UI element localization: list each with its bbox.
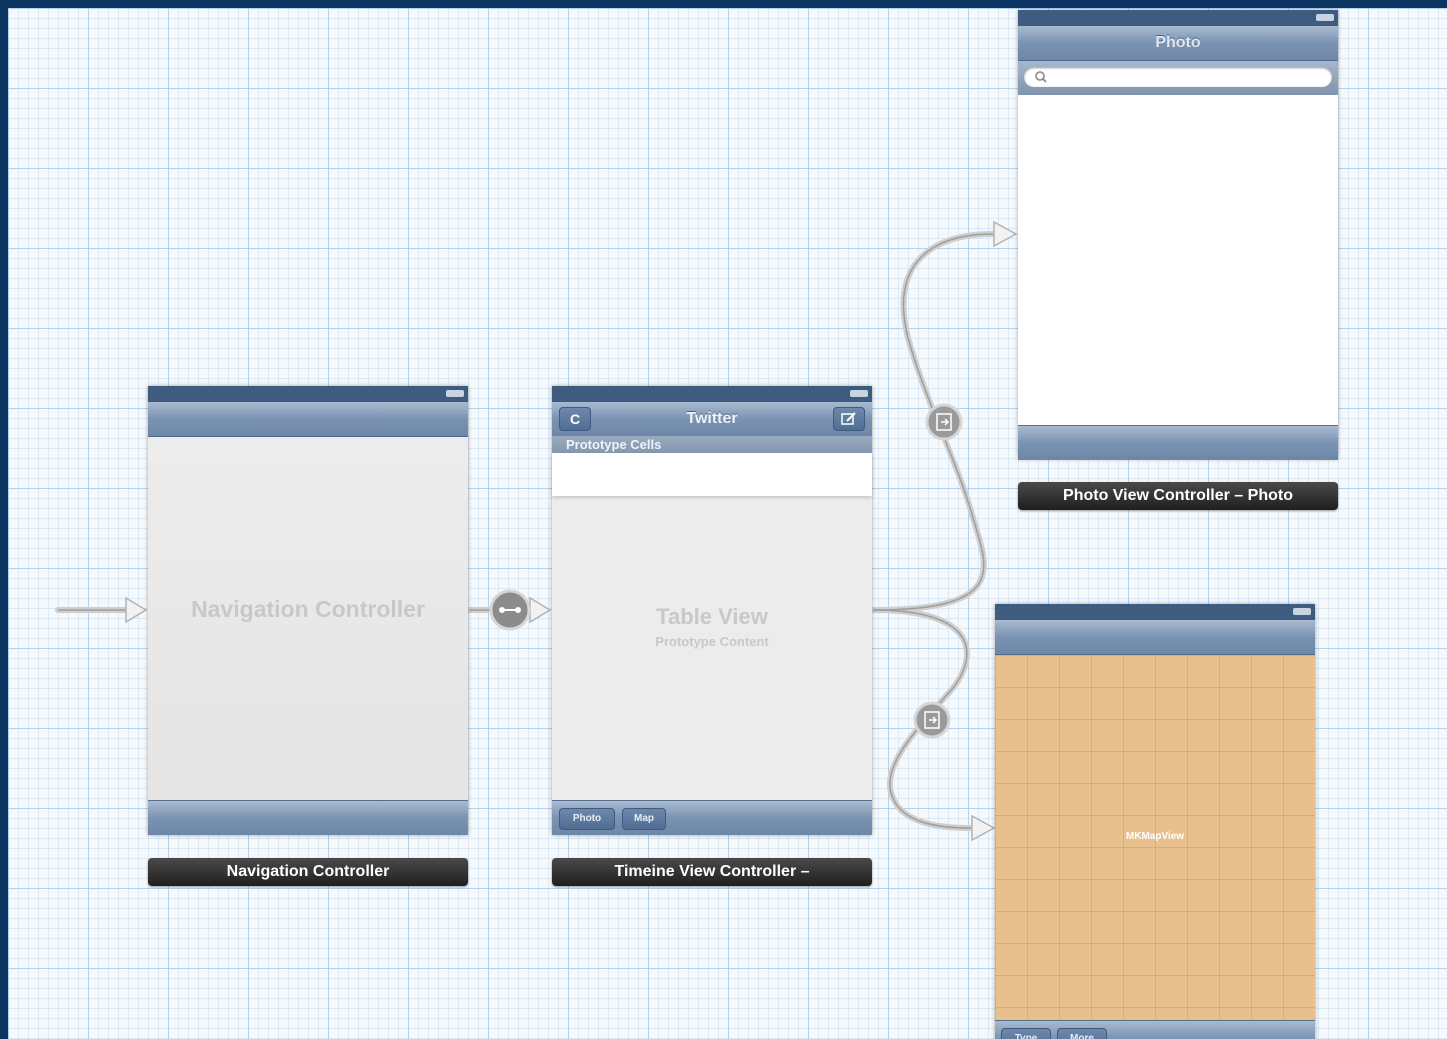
navigation-controller-placeholder: Navigation Controller <box>191 596 425 622</box>
status-bar <box>1018 10 1338 26</box>
map-view[interactable]: MKMapView <box>995 655 1315 1020</box>
navigation-bar <box>995 620 1315 655</box>
navigation-bar: C Twitter <box>552 402 872 437</box>
timeline-view-controller-label[interactable]: Timeine View Controller – <box>552 858 872 886</box>
battery-icon <box>1293 608 1311 615</box>
status-bar <box>148 386 468 402</box>
map-view-controller-scene[interactable]: MKMapView Type More <box>995 604 1315 1039</box>
more-button[interactable]: More <box>1057 1028 1107 1039</box>
search-bar <box>1018 61 1338 95</box>
toolbar: Type More <box>995 1020 1315 1039</box>
photo-button[interactable]: Photo <box>559 808 615 830</box>
nav-title: Twitter <box>686 410 738 427</box>
photo-arrow-icon <box>993 220 1018 248</box>
navigation-bar: Photo <box>1018 26 1338 61</box>
map-button[interactable]: Map <box>622 808 666 830</box>
relationship-arrow-icon <box>529 596 552 624</box>
prototype-cell[interactable] <box>552 453 872 496</box>
status-bar <box>995 604 1315 620</box>
push-segue-icon-map <box>913 701 951 739</box>
push-segue-icon-photo <box>925 403 963 441</box>
storyboard-canvas[interactable]: Navigation Controller Navigation Control… <box>8 8 1447 1039</box>
battery-icon <box>446 390 464 397</box>
table-view-placeholder: Table View <box>656 604 768 629</box>
section-header: Prototype Cells <box>552 436 872 453</box>
relationship-segue-icon <box>489 589 531 631</box>
toolbar <box>148 800 468 835</box>
compose-icon <box>841 412 856 425</box>
navigation-controller-label[interactable]: Navigation Controller <box>148 858 468 886</box>
compose-button[interactable] <box>833 407 865 431</box>
photo-view-controller-label[interactable]: Photo View Controller – Photo <box>1018 482 1338 510</box>
search-input[interactable] <box>1024 67 1332 87</box>
timeline-view-controller-scene[interactable]: C Twitter Prototype Cells Table View Pro… <box>552 386 872 835</box>
battery-icon <box>1316 14 1334 21</box>
map-view-label: MKMapView <box>1125 831 1185 842</box>
status-bar <box>552 386 872 402</box>
search-icon <box>1035 71 1047 83</box>
navigation-bar <box>148 402 468 437</box>
table-view-subtitle: Prototype Content <box>655 634 769 649</box>
map-arrow-icon <box>971 814 996 842</box>
navigation-controller-scene[interactable]: Navigation Controller <box>148 386 468 835</box>
battery-icon <box>850 390 868 397</box>
nav-title: Photo <box>1155 34 1201 51</box>
type-button[interactable]: Type <box>1001 1028 1051 1039</box>
photo-view-controller-scene[interactable]: Photo <box>1018 10 1338 460</box>
toolbar <box>1018 425 1338 460</box>
initial-arrow-icon <box>125 596 148 624</box>
toolbar: Photo Map <box>552 800 872 835</box>
